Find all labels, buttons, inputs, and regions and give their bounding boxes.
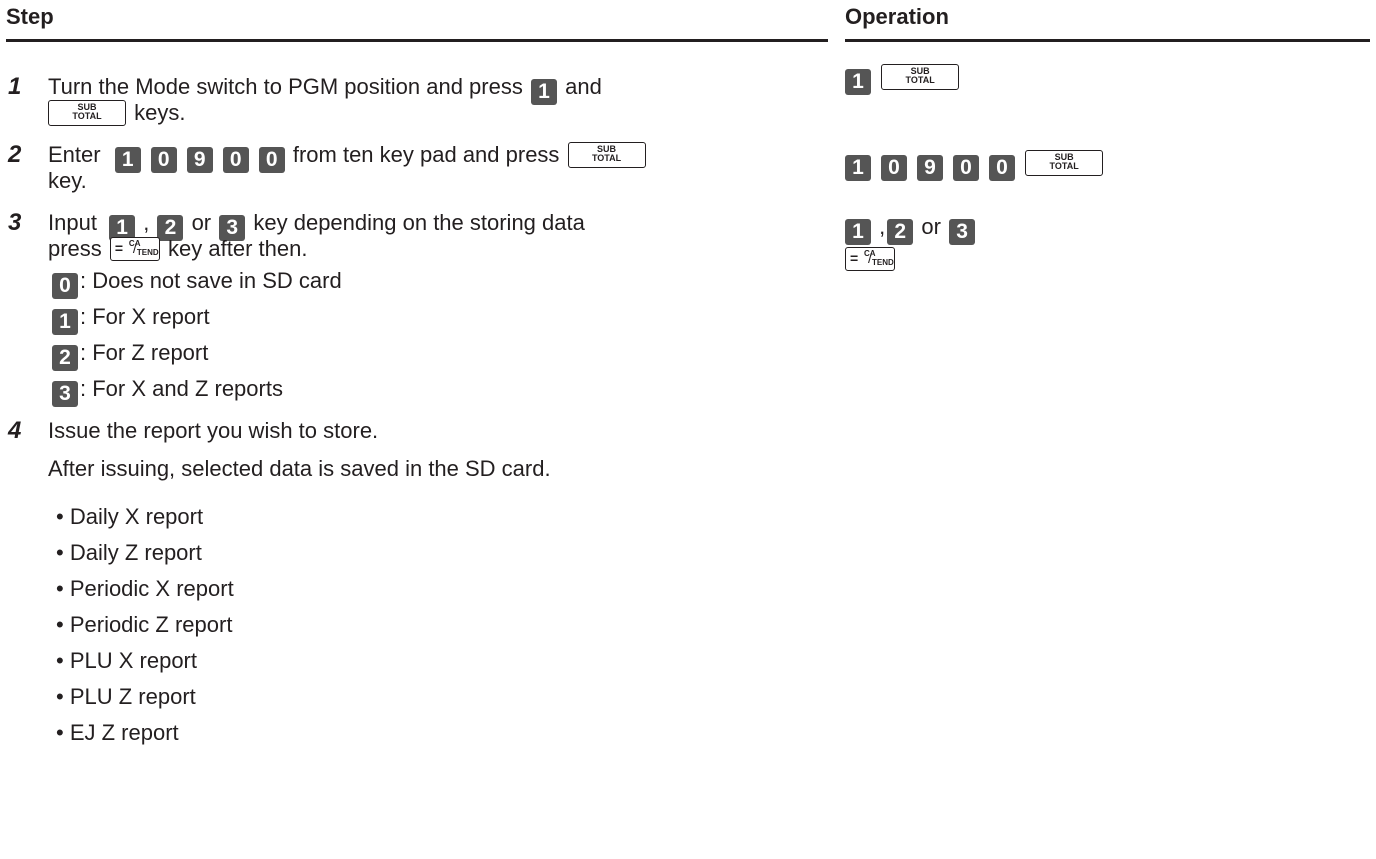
operation-1: 1 SUB TOTAL bbox=[845, 64, 961, 95]
step-1-number: 1 bbox=[8, 73, 22, 100]
step-column-header: Step bbox=[6, 4, 54, 29]
step-3-text-c: press bbox=[48, 236, 102, 261]
key-1: 1 bbox=[845, 155, 871, 181]
operation-3-line-2: = CA / TEND bbox=[845, 246, 897, 272]
step-1-line-2: SUB TOTAL keys. bbox=[48, 100, 185, 126]
comma: , bbox=[143, 210, 150, 235]
step-1-text-b: and bbox=[565, 74, 602, 99]
ca-amt-tend-key: = CA / TEND bbox=[109, 237, 160, 261]
subtotal-key: SUB TOTAL bbox=[48, 100, 126, 126]
key-2: 2 bbox=[52, 345, 78, 371]
key-1: 1 bbox=[845, 219, 871, 245]
or-text: or bbox=[191, 210, 212, 235]
step-3-number: 3 bbox=[8, 209, 22, 236]
option-3: 3: For X and Z reports bbox=[52, 376, 283, 407]
option-0: 0: Does not save in SD card bbox=[52, 268, 342, 299]
or-text: or bbox=[921, 214, 941, 239]
operation-header-rule bbox=[845, 39, 1370, 42]
key-3: 3 bbox=[52, 381, 78, 407]
step-2-line-1: Enter 10900 from ten key pad and press S… bbox=[48, 142, 648, 173]
option-2-text: : For Z report bbox=[80, 340, 209, 365]
key-1: 1 bbox=[114, 147, 141, 173]
report-list-item: • Periodic Z report bbox=[56, 612, 233, 637]
report-list-item: • PLU X report bbox=[56, 648, 197, 673]
ca-amt-tend-key: = CA / TEND bbox=[845, 247, 895, 271]
key-0: 0 bbox=[989, 155, 1015, 181]
step-header-rule bbox=[6, 39, 828, 42]
step-3-text-d: key after then. bbox=[168, 236, 308, 261]
key-1: 1 bbox=[530, 79, 557, 105]
subtotal-key: SUB TOTAL bbox=[1025, 150, 1104, 176]
key-0: 0 bbox=[150, 147, 177, 173]
operation-2: 10900 SUB TOTAL bbox=[845, 150, 1105, 181]
key-0: 0 bbox=[222, 147, 249, 173]
key-9: 9 bbox=[186, 147, 213, 173]
step-4-number: 4 bbox=[8, 417, 22, 444]
key-0: 0 bbox=[52, 273, 78, 299]
step-2-text-b: from ten key pad and press bbox=[292, 142, 560, 167]
option-2: 2: For Z report bbox=[52, 340, 208, 371]
key-2: 2 bbox=[887, 219, 914, 245]
key-9: 9 bbox=[917, 155, 943, 181]
step-4-line-2: After issuing, selected data is saved in… bbox=[48, 456, 551, 481]
step-2-number: 2 bbox=[8, 141, 22, 168]
report-list-item: • PLU Z report bbox=[56, 684, 196, 709]
key-0: 0 bbox=[258, 147, 285, 173]
operation-3: 1 ,2 or 3 bbox=[845, 214, 977, 245]
key-0: 0 bbox=[953, 155, 979, 181]
key-1: 1 bbox=[845, 69, 871, 95]
step-1-text-a: Turn the Mode switch to PGM position and… bbox=[48, 74, 523, 99]
option-1: 1: For X report bbox=[52, 304, 210, 335]
key-3: 3 bbox=[949, 219, 976, 245]
step-3-text-a: Input bbox=[48, 210, 97, 235]
key-0: 0 bbox=[881, 155, 907, 181]
comma: , bbox=[879, 214, 886, 239]
option-0-text: : Does not save in SD card bbox=[80, 268, 342, 293]
step-2-line-2: key. bbox=[48, 168, 87, 193]
step-3-line-2: press = CA / TEND key after then. bbox=[48, 236, 307, 262]
option-1-text: : For X report bbox=[80, 304, 210, 329]
step-3-text-b: key depending on the storing data bbox=[253, 210, 585, 235]
report-list-item: • Daily Z report bbox=[56, 540, 202, 565]
step-1-text-c: keys. bbox=[134, 100, 186, 125]
step-4-line-1: Issue the report you wish to store. bbox=[48, 418, 379, 443]
report-list-item: • Periodic X report bbox=[56, 576, 234, 601]
option-3-text: : For X and Z reports bbox=[80, 376, 283, 401]
key-1: 1 bbox=[52, 309, 78, 335]
report-list-item: • Daily X report bbox=[56, 504, 204, 529]
operation-column-header: Operation bbox=[845, 4, 949, 29]
step-2-text-a: Enter bbox=[48, 142, 101, 167]
subtotal-key: SUB TOTAL bbox=[881, 64, 960, 90]
subtotal-key: SUB TOTAL bbox=[567, 142, 646, 168]
report-list-item: • EJ Z report bbox=[56, 720, 179, 745]
